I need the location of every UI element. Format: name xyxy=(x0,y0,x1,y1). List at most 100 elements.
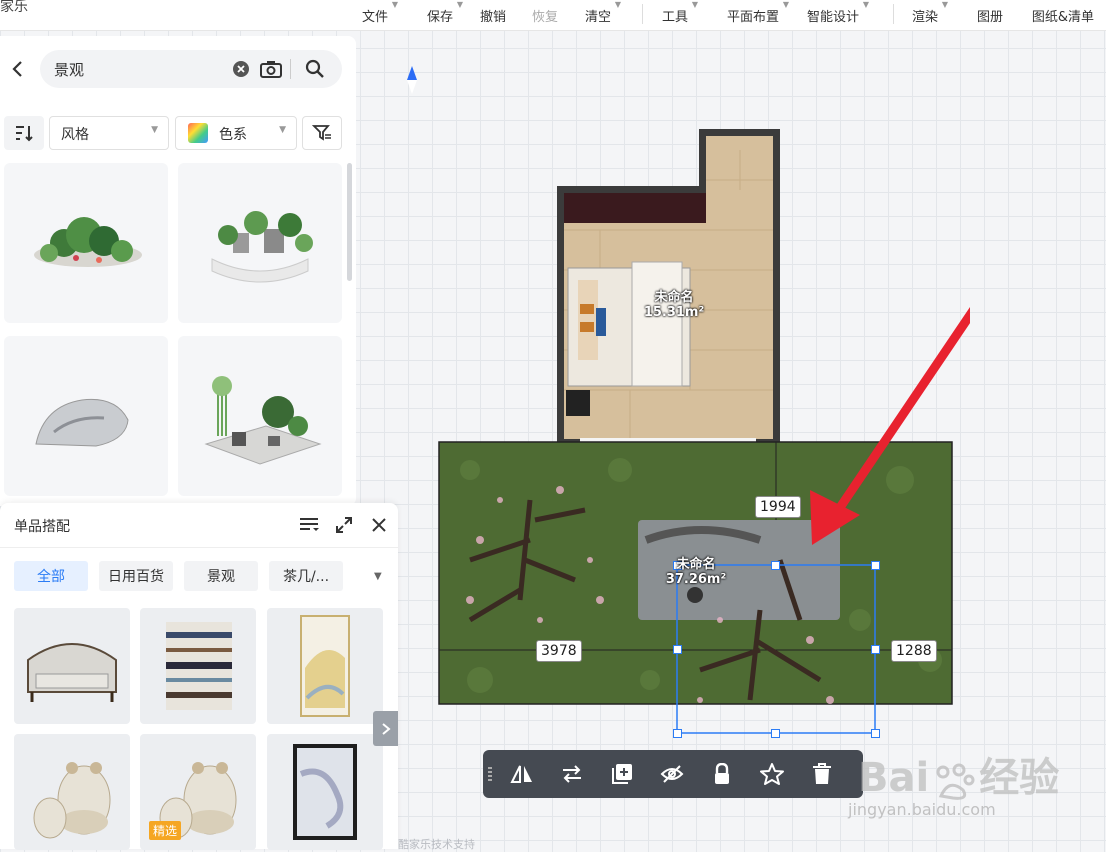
drag-grip-icon[interactable] xyxy=(488,767,492,781)
dropdown-arrow-icon: ▼ xyxy=(279,125,286,135)
resize-handle[interactable] xyxy=(771,561,780,570)
landscape-product-card[interactable] xyxy=(178,336,342,496)
basket-product-card[interactable]: 精选 xyxy=(140,734,256,850)
combo-panel: 单品搭配 全部 日用百货 景观 茶几/... ▼ 精选 xyxy=(0,503,398,850)
lock-icon[interactable] xyxy=(710,762,734,786)
panel-collapse-button[interactable] xyxy=(373,711,398,746)
clear-label: 清空 xyxy=(584,10,611,25)
landscape-product-card[interactable] xyxy=(4,163,168,323)
chip-all[interactable]: 全部 xyxy=(14,561,88,591)
product-thumbnail xyxy=(33,762,111,839)
product-thumbnail xyxy=(293,744,357,840)
caret-icon: ▼ xyxy=(941,0,948,9)
back-icon[interactable] xyxy=(6,56,28,82)
search-icon[interactable] xyxy=(304,58,326,80)
color-swatch-icon xyxy=(188,123,208,143)
color-filter-select[interactable]: 色系 ▼ xyxy=(175,116,297,150)
chip-daily-goods[interactable]: 日用百货 xyxy=(99,561,173,591)
clear-button[interactable]: 清空 ▼ xyxy=(583,0,621,30)
resize-handle[interactable] xyxy=(871,561,880,570)
tools-menu-button[interactable]: 工具 ▼ xyxy=(660,0,698,30)
hide-icon[interactable] xyxy=(660,762,684,786)
landscape-product-card[interactable] xyxy=(178,163,342,323)
swap-icon[interactable] xyxy=(560,762,584,786)
room-label: 未命名 37.26m² xyxy=(656,557,736,587)
save-button[interactable]: 保存 ▼ xyxy=(425,0,463,30)
album-button[interactable]: 图册 xyxy=(975,0,1005,30)
caret-icon: ▼ xyxy=(456,0,463,9)
product-thumbnail xyxy=(27,643,117,702)
room-area: 15.31m² xyxy=(643,305,705,320)
tools-label: 工具 xyxy=(661,10,688,25)
redo-button[interactable]: 恢复 xyxy=(530,0,560,30)
render-label: 渲染 xyxy=(911,10,938,25)
caret-icon: ▼ xyxy=(391,0,398,9)
delete-trash-icon[interactable] xyxy=(810,762,834,786)
file-label: 文件 xyxy=(361,10,388,25)
footer-text: 酷家乐技术支持 xyxy=(398,838,475,851)
layout-label: 平面布置 xyxy=(726,10,779,25)
chevron-right-icon xyxy=(381,722,391,735)
chips-dropdown-icon[interactable]: ▼ xyxy=(374,571,382,582)
resize-handle[interactable] xyxy=(673,645,682,654)
dropdown-arrow-icon: ▼ xyxy=(151,125,158,135)
dimension-label-right[interactable]: 1288 xyxy=(891,640,937,662)
room-area: 37.26m² xyxy=(665,572,727,587)
chip-landscape[interactable]: 景观 xyxy=(184,561,258,591)
file-menu-button[interactable]: 文件 ▼ xyxy=(360,0,398,30)
painting-product-card[interactable] xyxy=(267,608,383,724)
resize-handle[interactable] xyxy=(871,645,880,654)
save-label: 保存 xyxy=(426,10,453,25)
expand-icon[interactable] xyxy=(334,515,354,535)
baidu-watermark: Bai 经验 xyxy=(858,745,1059,803)
room-name: 未命名 xyxy=(654,290,694,305)
catalog-scrollbar[interactable] xyxy=(347,163,352,281)
style-filter-label: 风格 xyxy=(61,127,89,143)
basket-product-card[interactable] xyxy=(14,734,130,850)
copy-add-icon[interactable] xyxy=(610,762,634,786)
floor-plan[interactable] xyxy=(430,120,970,740)
dimension-label-left[interactable]: 3978 xyxy=(536,640,582,662)
product-thumbnail xyxy=(300,615,350,717)
product-thumbnail xyxy=(35,398,129,447)
list-view-icon[interactable] xyxy=(298,515,320,535)
sort-button[interactable] xyxy=(4,116,44,150)
layout-menu-button[interactable]: 平面布置 ▼ xyxy=(725,0,789,30)
mirror-icon[interactable] xyxy=(510,762,534,786)
watermark-brand: Bai xyxy=(858,755,930,801)
product-thumbnail xyxy=(211,211,313,283)
redo-label: 恢复 xyxy=(531,10,558,25)
render-button[interactable]: 渲染 ▼ xyxy=(910,0,948,30)
undo-label: 撤销 xyxy=(479,10,506,25)
camera-icon[interactable] xyxy=(260,59,282,79)
catalog-panel: 风格 ▼ 色系 ▼ xyxy=(0,36,356,506)
resize-handle[interactable] xyxy=(771,729,780,738)
style-filter-select[interactable]: 风格 ▼ xyxy=(49,116,169,150)
landscape-product-card[interactable] xyxy=(4,336,168,496)
sofa-product-card[interactable] xyxy=(14,608,130,724)
album-label: 图册 xyxy=(976,10,1003,25)
search-input[interactable] xyxy=(52,59,226,79)
close-icon[interactable] xyxy=(369,515,389,535)
dimension-label-top[interactable]: 1994 xyxy=(755,496,801,518)
toolbar-divider xyxy=(893,4,894,24)
smart-design-button[interactable]: 智能设计 ▼ xyxy=(805,0,869,30)
resize-handle[interactable] xyxy=(673,729,682,738)
drawings-list-button[interactable]: 图纸&清单 xyxy=(1028,0,1098,30)
clear-search-icon[interactable] xyxy=(232,60,250,78)
favorite-star-icon[interactable] xyxy=(760,762,784,786)
painting-product-card[interactable] xyxy=(267,734,383,850)
resize-handle[interactable] xyxy=(871,729,880,738)
product-thumbnail xyxy=(166,622,232,710)
smart-label: 智能设计 xyxy=(806,10,859,25)
featured-badge: 精选 xyxy=(149,821,182,840)
panel-divider xyxy=(0,547,398,548)
undo-button[interactable]: 撤销 xyxy=(478,0,508,30)
paw-icon xyxy=(929,762,979,800)
advanced-filter-button[interactable] xyxy=(302,116,342,150)
search-divider xyxy=(290,59,291,79)
chip-coffee-table[interactable]: 茶几/... xyxy=(269,561,343,591)
search-box xyxy=(40,50,342,88)
room-label: 未命名 15.31m² xyxy=(636,290,712,320)
rug-product-card[interactable] xyxy=(140,608,256,724)
